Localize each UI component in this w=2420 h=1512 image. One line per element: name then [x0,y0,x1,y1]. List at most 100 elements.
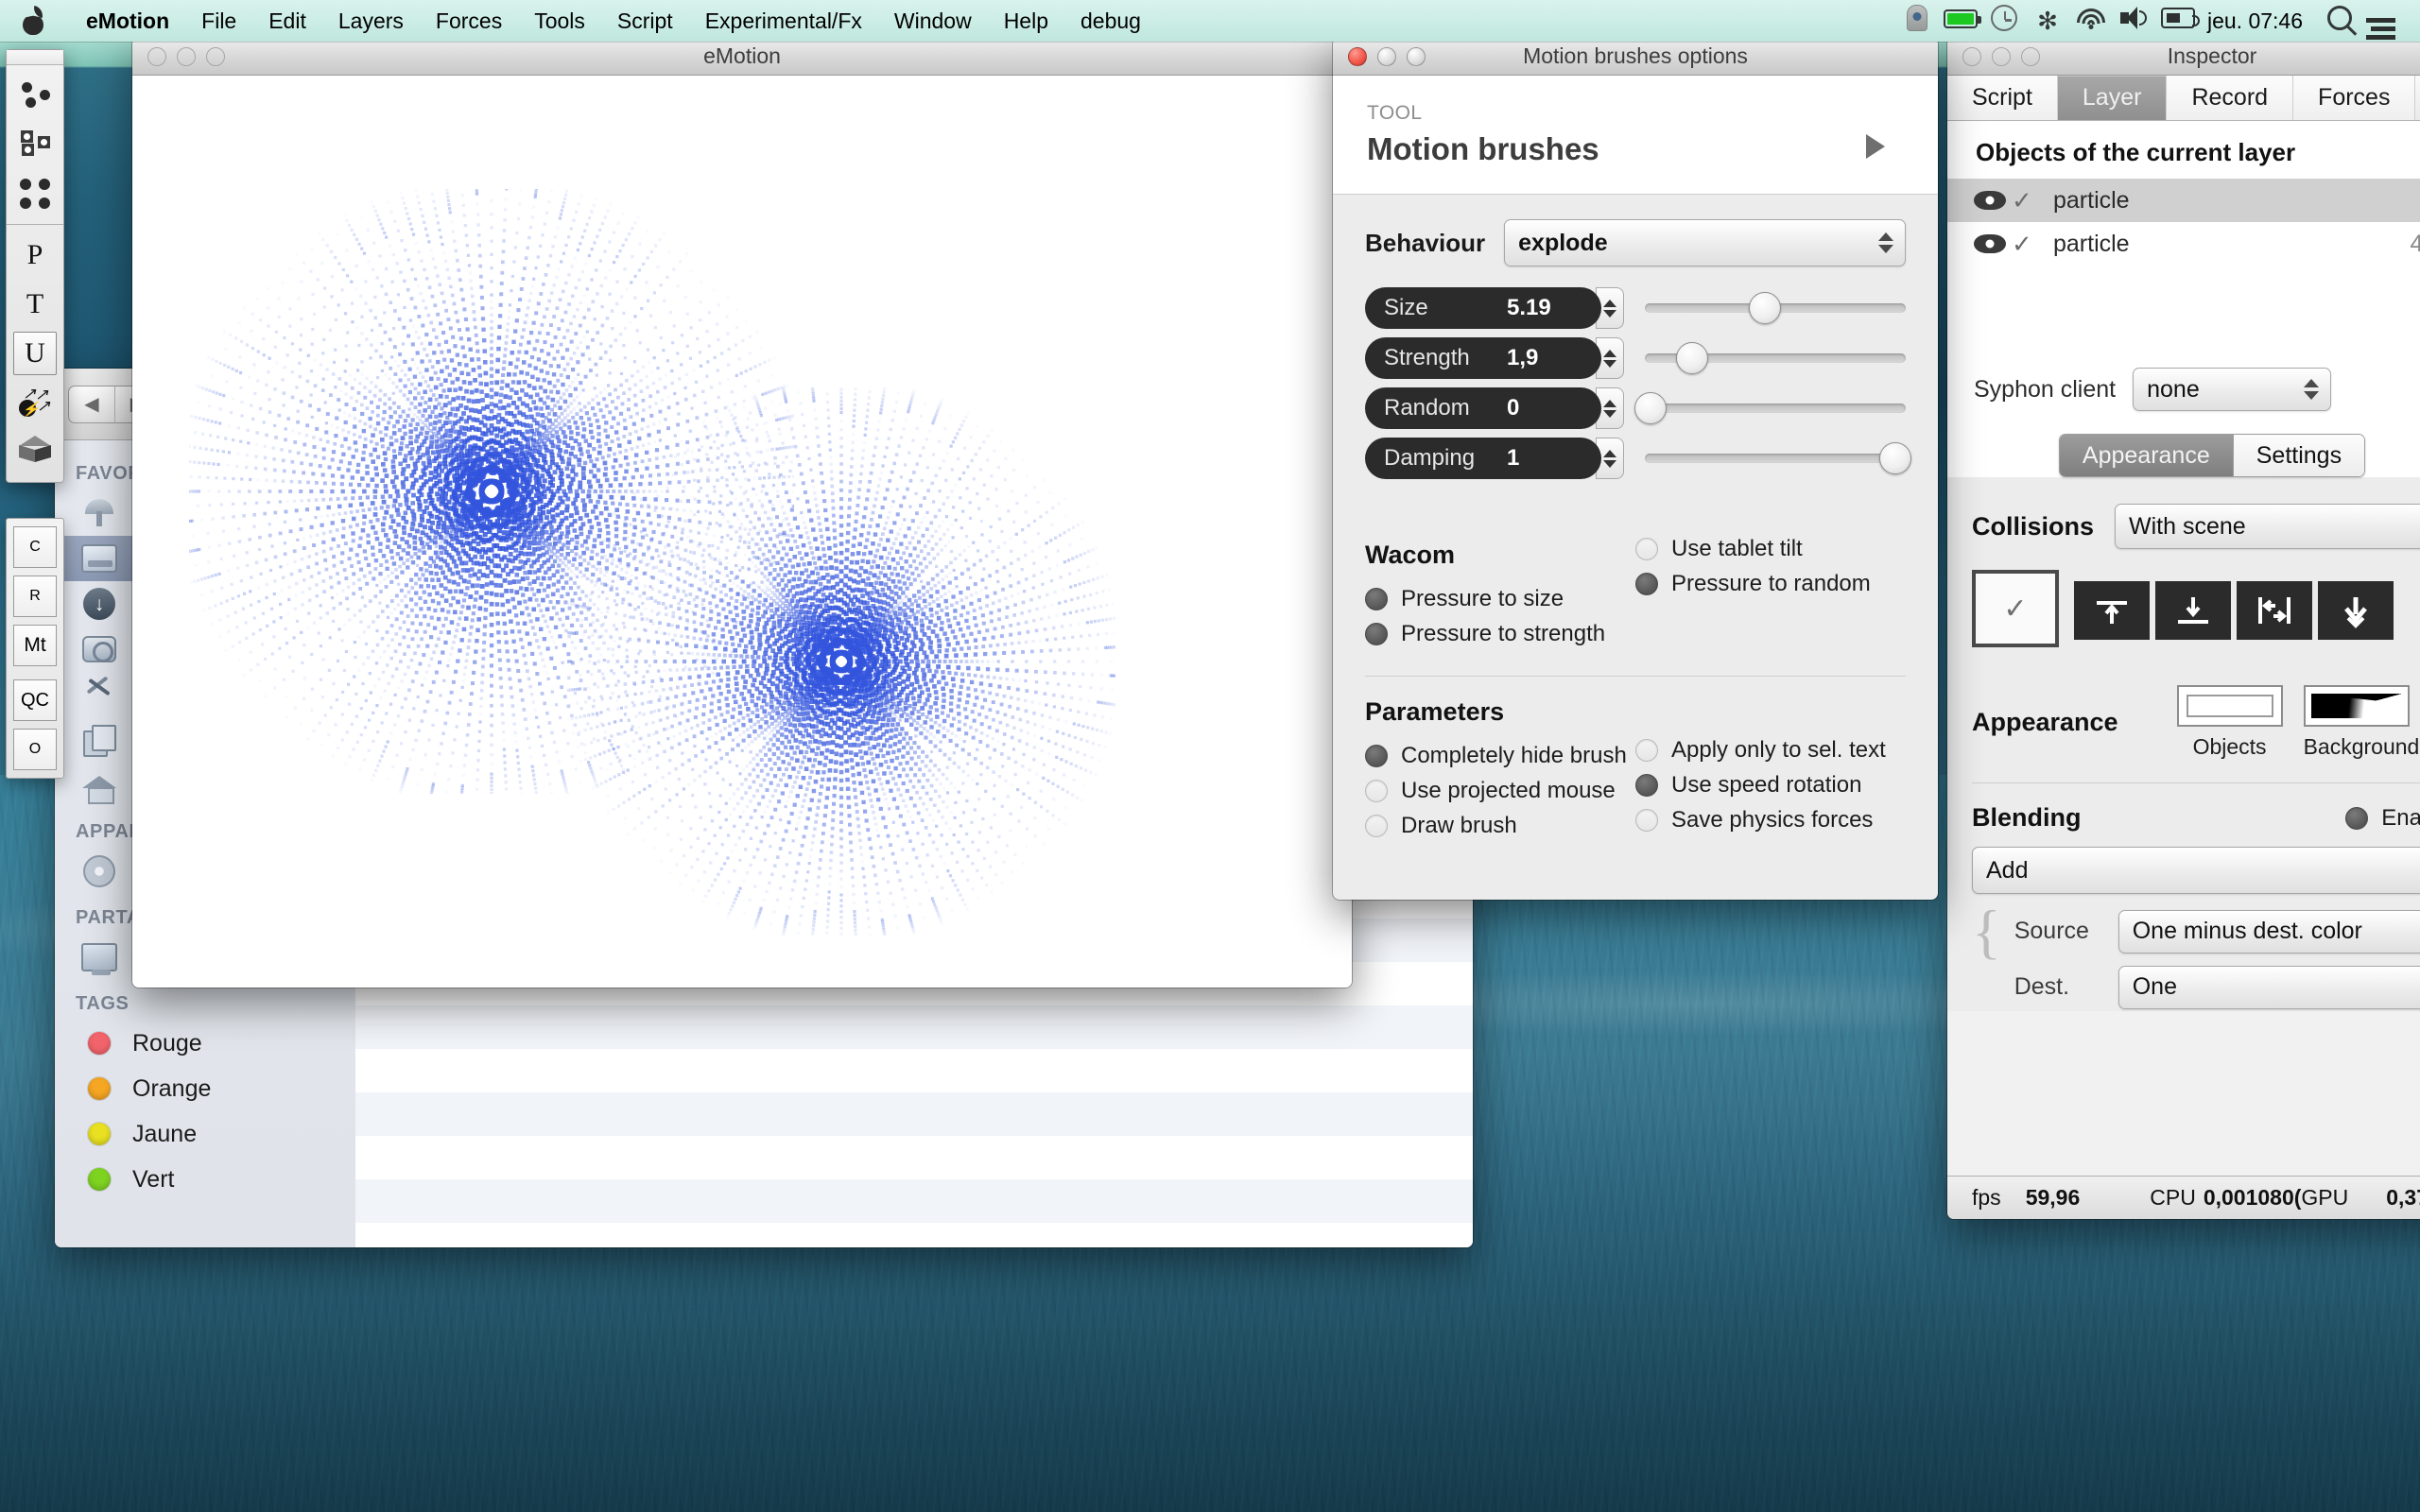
damping-field[interactable]: Damping 1 [1365,438,1601,479]
sidebar-item-tag-rouge[interactable]: Rouge [55,1021,355,1066]
tool-motion[interactable]: Mt [7,621,63,670]
checkbox-blending-enable[interactable]: Enable [2345,800,2420,835]
tab-record[interactable]: Record [2167,76,2294,120]
tool-palette-secondary[interactable]: C R Mt QC O [6,518,64,779]
chevron-right-icon[interactable] [1866,134,1885,159]
camera-icon[interactable] [1895,5,1939,37]
menu-item-forces[interactable]: Forces [420,0,518,42]
tool-pen[interactable]: P [7,231,63,280]
align-buttons[interactable] [2074,581,2394,640]
appearance-settings-segments[interactable]: Appearance Settings [2058,434,2366,477]
align-top-icon[interactable] [2074,581,2150,640]
emotion-titlebar[interactable]: eMotion [132,38,1352,76]
motion-brushes-options-window[interactable]: Motion brushes options TOOL Motion brush… [1333,38,1938,900]
chevron-updown-icon[interactable] [2304,379,2320,400]
blend-source-select[interactable]: One minus dest. color [2118,909,2420,954]
palette-drag-handle[interactable] [7,50,63,65]
wifi-icon[interactable] [2069,7,2113,35]
visibility-eye-icon[interactable] [1974,191,2012,210]
tool-output[interactable]: O [7,725,63,774]
segment-settings[interactable]: Settings [2232,435,2365,476]
tool-particles-random[interactable] [7,71,63,120]
zoom-icon[interactable] [206,46,225,66]
window-controls[interactable] [1348,46,1426,66]
checkbox-pressure-to-strength[interactable]: Pressure to strength [1365,616,1635,651]
object-row-particle-2[interactable]: ✓ particle 4 900 [1947,222,2420,266]
sidebar-item-tag-orange[interactable]: Orange [55,1066,355,1111]
menu-item-tools[interactable]: Tools [518,0,601,42]
tool-record[interactable]: R [7,572,63,621]
align-bottom-icon[interactable] [2155,581,2231,640]
time-machine-icon[interactable] [1982,5,2026,37]
volume-icon[interactable] [2113,7,2156,35]
menu-bar-clock[interactable]: jeu. 07:46 [2200,9,2318,34]
brushes-titlebar[interactable]: Motion brushes options [1333,38,1938,76]
checkbox-apply-only-to-sel-text[interactable]: Apply only to sel. text [1635,732,1906,767]
blend-dest-select[interactable]: One [2118,965,2420,1009]
tool-particles-squares[interactable] [7,120,63,169]
damping-slider[interactable] [1645,442,1911,474]
menu-item-emotion[interactable]: eMotion [70,0,185,42]
minimize-icon[interactable] [1992,46,2011,66]
menu-item-script[interactable]: Script [601,0,689,42]
checkbox-use-tablet-tilt[interactable]: Use tablet tilt [1635,531,1906,566]
strength-field[interactable]: Strength 1,9 [1365,337,1601,379]
inspector-tabs[interactable]: Script Layer Record Forces [1947,76,2420,121]
checkbox-pressure-to-size[interactable]: Pressure to size [1365,581,1635,616]
close-icon[interactable] [1348,46,1367,66]
minimize-icon[interactable] [177,46,196,66]
menu-item-file[interactable]: File [185,0,252,42]
spotlight-search-icon[interactable] [2318,6,2361,36]
background-color-swatch[interactable] [2303,685,2410,727]
collisions-select[interactable]: With scene [2115,504,2420,549]
tab-forces[interactable]: Forces [2293,76,2416,120]
checkbox-use-speed-rotation[interactable]: Use speed rotation [1635,767,1906,802]
sidebar-item-tag-jaune[interactable]: Jaune [55,1111,355,1157]
checkbox-draw-brush[interactable]: Draw brush [1365,808,1635,843]
collision-preview-box[interactable]: ✓ [1972,570,2059,647]
battery-icon[interactable] [1939,9,1982,34]
emotion-canvas[interactable] [132,76,1352,988]
sidebar-item-tag-vert[interactable]: Vert [55,1157,355,1202]
macos-menu-bar[interactable]: eMotion File Edit Layers Forces Tools Sc… [0,0,2420,42]
emotion-main-window[interactable]: eMotion [132,38,1352,988]
menu-item-edit[interactable]: Edit [252,0,322,42]
notification-center-icon[interactable] [2361,3,2405,40]
objects-color-swatch[interactable] [2176,685,2283,727]
close-icon[interactable] [147,46,166,66]
tool-brush[interactable]: U [7,329,63,378]
tab-script[interactable]: Script [1947,76,2058,120]
finder-back-button[interactable]: ◀ [69,387,114,422]
zoom-icon[interactable] [2021,46,2040,66]
check-icon[interactable]: ✓ [2012,230,2053,259]
check-icon[interactable]: ✓ [2012,186,2053,215]
checkbox-use-projected-mouse[interactable]: Use projected mouse [1365,773,1635,808]
tab-layer[interactable]: Layer [2057,76,2168,120]
apple-logo-icon[interactable] [21,5,45,35]
tool-camera[interactable]: C [7,523,63,572]
tool-palette[interactable]: P T U ⚡ ↗ ↗ ↗ [6,49,64,483]
plug-icon[interactable] [2156,8,2200,34]
inspector-titlebar[interactable]: Inspector [1947,38,2420,76]
random-field[interactable]: Random 0 [1365,387,1601,429]
size-slider[interactable] [1645,292,1906,324]
menu-bar-status-items[interactable]: ✻ jeu. 07:46 [1895,3,2420,40]
menu-item-layers[interactable]: Layers [322,0,420,42]
minimize-icon[interactable] [1377,46,1396,66]
tool-quartz-composer[interactable]: QC [7,676,63,725]
checkbox-completely-hide-brush[interactable]: Completely hide brush [1365,738,1635,773]
segment-appearance[interactable]: Appearance [2059,435,2233,476]
close-icon[interactable] [1962,46,1981,66]
tool-forces[interactable]: ⚡ ↗ ↗ ↗ [7,378,63,427]
tool-particles-grid[interactable] [7,169,63,218]
menu-item-experimental-fx[interactable]: Experimental/Fx [689,0,878,42]
zoom-icon[interactable] [1407,46,1426,66]
menu-item-help[interactable]: Help [988,0,1064,42]
window-controls[interactable] [1962,46,2040,66]
size-field[interactable]: Size 5.19 [1365,287,1601,329]
inspector-window[interactable]: Inspector Script Layer Record Forces Obj… [1947,38,2420,1219]
syphon-client-select[interactable]: none [2133,368,2332,411]
window-controls[interactable] [147,46,225,66]
chevron-updown-icon[interactable] [1878,232,1893,253]
checkbox-pressure-to-random[interactable]: Pressure to random [1635,566,1906,601]
